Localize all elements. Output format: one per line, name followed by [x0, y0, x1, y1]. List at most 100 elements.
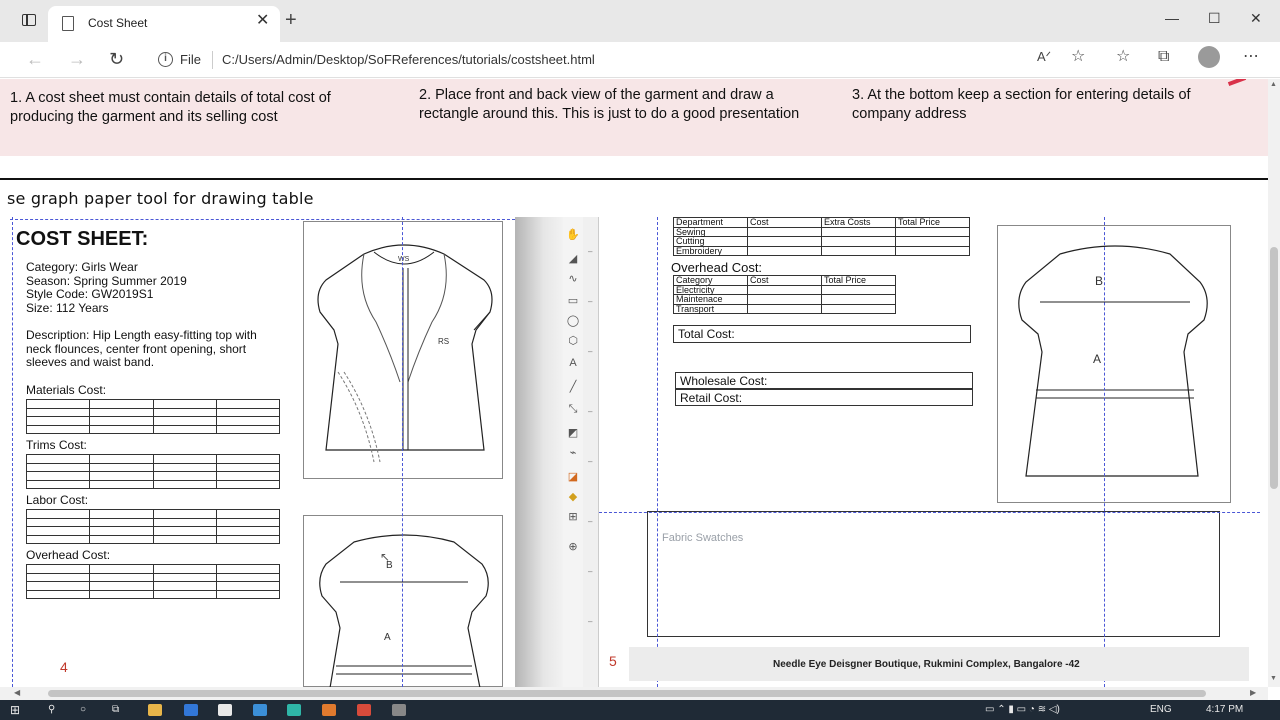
task-view-icon[interactable]: ⧉ — [112, 704, 119, 715]
overhead-cost-label: Overhead Cost: — [26, 548, 111, 562]
pan-tool-icon[interactable]: ✋ — [566, 229, 580, 241]
tab-title: Cost Sheet — [88, 16, 148, 30]
eyedropper-tool-icon[interactable]: ⌁ — [566, 447, 580, 459]
ellipse-tool-icon[interactable]: ◯ — [566, 315, 580, 327]
back-garment-drawing — [319, 534, 489, 687]
style-code-text: Style Code: GW2019S1 — [26, 287, 154, 301]
url-text[interactable]: C:/Users/Admin/Desktop/SoFReferences/tut… — [222, 52, 595, 67]
divider — [0, 178, 1268, 180]
materials-cost-label: Materials Cost: — [26, 383, 107, 397]
line-tool-icon[interactable]: ╱ — [566, 381, 580, 393]
polygon-tool-icon[interactable]: ⬡ — [566, 335, 580, 347]
scroll-left-icon[interactable]: ◀ — [14, 688, 20, 697]
ruler-mark: – — [588, 617, 593, 626]
connector-tool-icon[interactable]: ⤡ — [566, 403, 580, 415]
close-tab-icon[interactable]: ✕ — [256, 13, 269, 29]
trims-cost-label: Trims Cost: — [26, 438, 87, 452]
collections-icon[interactable]: ⧉ — [1158, 47, 1169, 67]
file-explorer-icon[interactable] — [148, 704, 162, 716]
favorites-icon[interactable]: ☆ — [1116, 47, 1130, 67]
browser-tab[interactable]: Cost Sheet ✕ — [48, 6, 280, 42]
interactive-fill-icon[interactable]: ◆ — [566, 491, 580, 503]
horizontal-scroll-thumb[interactable] — [48, 690, 1206, 697]
scroll-down-icon[interactable]: ▼ — [1270, 675, 1277, 682]
horizontal-scrollbar[interactable]: ◀ ▶ — [0, 687, 1268, 700]
table-cell: Transport — [673, 303, 748, 314]
trims-cost-table — [25, 454, 281, 489]
tab-actions-icon[interactable] — [22, 14, 36, 26]
guide-line — [657, 217, 658, 687]
page-content: 1. A cost sheet must contain details of … — [0, 79, 1268, 687]
fabric-swatches-label: Fabric Swatches — [662, 532, 744, 544]
document-screenshot: COST SHEET: Category: Girls Wear Season:… — [10, 217, 1260, 687]
table-header: Total Price — [895, 217, 970, 228]
read-aloud-icon[interactable]: Aᐟ — [1037, 47, 1051, 67]
refresh-icon[interactable]: ↻ — [109, 48, 124, 70]
guide-line — [402, 217, 403, 687]
back-icon[interactable]: ← — [26, 48, 44, 70]
table-cell: Maintenace — [673, 294, 748, 305]
more-icon[interactable]: ⋯ — [1243, 47, 1259, 67]
store-icon[interactable] — [218, 704, 232, 716]
add-tool-icon[interactable]: ⊕ — [566, 541, 580, 553]
table-header: Extra Costs — [821, 217, 896, 228]
size-text: Size: 112 Years — [26, 300, 109, 315]
table-header: Total Price — [821, 275, 896, 286]
scroll-right-icon[interactable]: ▶ — [1250, 688, 1256, 697]
address-divider — [212, 51, 213, 69]
maximize-icon[interactable]: ☐ — [1208, 8, 1221, 28]
ruler-mark: – — [588, 517, 593, 526]
close-window-icon[interactable]: ✕ — [1250, 8, 1262, 28]
new-tab-icon[interactable]: + — [285, 10, 297, 30]
mail-icon[interactable] — [253, 704, 267, 716]
edge-icon[interactable] — [287, 704, 301, 716]
note-2: 2. Place front and back view of the garm… — [419, 87, 800, 122]
back-a-label: A — [1093, 352, 1102, 366]
season-text: Season: Spring Summer 2019 — [26, 273, 187, 288]
ruler-mark: – — [588, 297, 593, 306]
page-number-5: 5 — [609, 653, 617, 669]
company-footer: Needle Eye Deisgner Boutique, Rukmini Co… — [629, 647, 1249, 681]
app-icon[interactable] — [392, 704, 406, 716]
forward-icon[interactable]: → — [68, 48, 86, 70]
mouse-cursor-icon: ↖ — [380, 550, 391, 564]
back-garment-drawing-large — [1018, 245, 1208, 477]
firefox-icon[interactable] — [322, 704, 336, 716]
minimize-icon[interactable]: — — [1165, 8, 1179, 28]
cost-sheet-page-4: COST SHEET: Category: Girls Wear Season:… — [10, 217, 515, 687]
search-icon[interactable]: ⚲ — [48, 704, 55, 715]
tray-icons[interactable]: ▭ ⌃ ▮ ▭ ◔ ≋ ◁) — [985, 704, 1060, 715]
add-favorite-icon[interactable]: ☆ — [1071, 47, 1085, 67]
overhead-cost-heading: Overhead Cost: — [671, 260, 763, 275]
fill-tool-icon[interactable]: ◪ — [566, 471, 580, 483]
back-view-sketch-large: B A — [997, 225, 1231, 503]
start-icon[interactable]: ⊞ — [10, 703, 20, 717]
edge-legacy-icon[interactable] — [184, 704, 198, 716]
guide-line — [599, 512, 1260, 513]
table-cell: Embroidery — [673, 245, 748, 256]
scroll-up-icon[interactable]: ▲ — [1270, 81, 1277, 88]
address-bar[interactable]: i File C:/Users/Admin/Desktop/SoFReferen… — [146, 45, 1276, 75]
rectangle-tool-icon[interactable]: ▭ — [566, 295, 580, 307]
profile-icon[interactable] — [1198, 46, 1220, 68]
cortana-icon[interactable]: ○ — [80, 704, 86, 715]
ruler-mark: – — [588, 457, 593, 466]
table-header: Cost — [747, 217, 822, 228]
materials-cost-table — [25, 399, 281, 434]
text-tool-icon[interactable]: A — [566, 357, 580, 369]
language-indicator[interactable]: ENG — [1150, 704, 1172, 715]
shadow-tool-icon[interactable]: ◩ — [566, 427, 580, 439]
front-view-sketch: WS RS — [303, 221, 503, 479]
back-view-sketch: B A ↖ — [303, 515, 503, 687]
document-icon — [62, 16, 74, 31]
total-cost-box: Total Cost: — [673, 325, 971, 343]
smart-fill-icon[interactable]: ⊞ — [566, 511, 580, 523]
chrome-icon[interactable] — [357, 704, 371, 716]
shape-tool-icon[interactable]: ◢ — [566, 253, 580, 265]
vertical-scroll-thumb[interactable] — [1270, 247, 1278, 489]
curve-tool-icon[interactable]: ∿ — [566, 273, 580, 285]
clock[interactable]: 4:17 PM — [1206, 704, 1243, 715]
vertical-scrollbar[interactable]: ▲ ▼ — [1268, 79, 1280, 687]
info-icon[interactable]: i — [158, 52, 173, 67]
rs-label: RS — [438, 337, 450, 346]
